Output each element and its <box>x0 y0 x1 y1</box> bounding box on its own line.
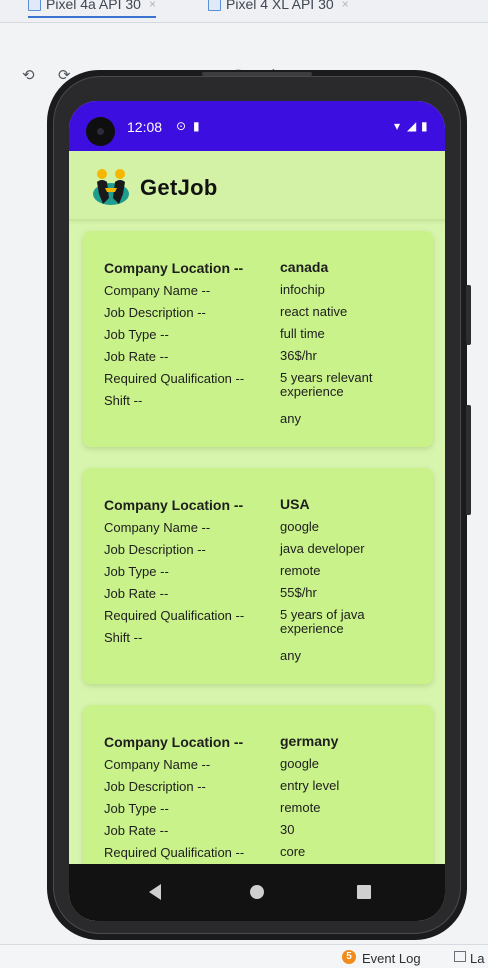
tab-label: Pixel 4 XL API 30 <box>226 0 334 12</box>
qualification-label: Required Qualification -- <box>104 608 245 623</box>
header-shadow <box>69 219 445 225</box>
tab-label: Pixel 4a API 30 <box>46 0 141 12</box>
nav-back-icon[interactable] <box>149 884 161 900</box>
job-rate-value: 55$/hr <box>280 585 317 600</box>
location-label: Company Location -- <box>104 497 244 513</box>
job-rate-value: 36$/hr <box>280 348 317 363</box>
company-name-label: Company Name -- <box>104 283 211 298</box>
event-log-count-badge: 5 <box>342 950 356 964</box>
job-description-value: entry level <box>280 778 340 793</box>
job-description-label: Job Description -- <box>104 542 206 557</box>
shift-label: Shift -- <box>104 393 143 408</box>
nav-home-icon[interactable] <box>250 885 264 899</box>
location-value: USA <box>280 496 310 512</box>
event-log-button[interactable]: Event Log <box>362 951 421 966</box>
job-type-value: remote <box>280 563 321 578</box>
job-description-label: Job Description -- <box>104 779 206 794</box>
job-rate-value: 30 <box>280 822 295 837</box>
sim-card-icon: ▮ <box>193 119 200 133</box>
earpiece-speaker <box>202 72 312 76</box>
job-type-label: Job Type -- <box>104 564 169 579</box>
app-header: GetJob <box>69 151 445 221</box>
volume-button[interactable] <box>466 405 471 515</box>
job-type-label: Job Type -- <box>104 327 169 342</box>
qualification-value: 5 years of java experience <box>280 607 365 636</box>
job-description-value: react native <box>280 304 348 319</box>
emulator-tab-strip: Pixel 4a API 30 × Pixel 4 XL API 30 × <box>0 0 488 23</box>
tab-pixel-4-xl[interactable]: Pixel 4 XL API 30 × <box>208 0 349 14</box>
qualification-label: Required Qualification -- <box>104 845 245 860</box>
company-name-value: infochip <box>280 282 325 297</box>
status-time: 12:08 <box>127 119 163 135</box>
notification-icon: ⊙ <box>176 119 187 133</box>
signal-icon: ◢ <box>407 119 417 133</box>
close-icon[interactable]: × <box>149 0 156 11</box>
shift-label: Shift -- <box>104 630 143 645</box>
qualification-value: core <box>280 844 306 859</box>
location-label: Company Location -- <box>104 734 244 750</box>
shift-value: any <box>280 411 301 426</box>
tab-pixel-4a[interactable]: Pixel 4a API 30 × <box>28 0 156 18</box>
device-icon <box>208 0 221 11</box>
company-name-value: google <box>280 519 320 534</box>
qualification-value: 5 years relevant experience <box>280 370 373 399</box>
location-value: canada <box>280 259 329 275</box>
company-name-label: Company Name -- <box>104 520 211 535</box>
layout-inspector-button[interactable]: La <box>470 951 484 966</box>
shift-value: any <box>280 648 301 663</box>
front-camera <box>86 117 115 146</box>
location-value: germany <box>280 733 339 749</box>
system-nav-bar <box>69 864 445 921</box>
layout-inspector-icon[interactable] <box>454 951 466 962</box>
company-name-label: Company Name -- <box>104 757 211 772</box>
wifi-icon: ▾ <box>394 119 401 133</box>
emulator-toolbar: ⟲ ⟳ ◀ ● ■ ◘ ↺ ⋮ <box>0 30 488 83</box>
job-type-value: remote <box>280 800 321 815</box>
location-label: Company Location -- <box>104 260 244 276</box>
job-type-label: Job Type -- <box>104 801 169 816</box>
job-description-label: Job Description -- <box>104 305 206 320</box>
device-screen: 12:08 ⊙ ▮ ▾ ◢ ▮ GetJob Company Location … <box>69 101 445 921</box>
job-rate-label: Job Rate -- <box>104 823 169 838</box>
handshake-logo-icon <box>93 169 129 205</box>
power-button[interactable] <box>466 285 471 345</box>
battery-icon: ▮ <box>421 119 428 133</box>
job-type-value: full time <box>280 326 325 341</box>
nav-recents-icon[interactable] <box>357 885 371 899</box>
app-title: GetJob <box>140 175 218 200</box>
device-icon <box>28 0 41 11</box>
close-icon[interactable]: × <box>342 0 349 11</box>
job-card[interactable]: Company Location -- USA Company Name -- … <box>83 468 433 684</box>
qualification-label: Required Qualification -- <box>104 371 245 386</box>
job-card[interactable]: Company Location -- canada Company Name … <box>83 231 433 447</box>
job-description-value: java developer <box>280 541 365 556</box>
job-rate-label: Job Rate -- <box>104 586 169 601</box>
status-bar: 12:08 ⊙ ▮ ▾ ◢ ▮ <box>69 101 445 151</box>
company-name-value: google <box>280 756 320 771</box>
rotate-left-icon[interactable]: ⟲ <box>22 68 35 83</box>
job-rate-label: Job Rate -- <box>104 349 169 364</box>
